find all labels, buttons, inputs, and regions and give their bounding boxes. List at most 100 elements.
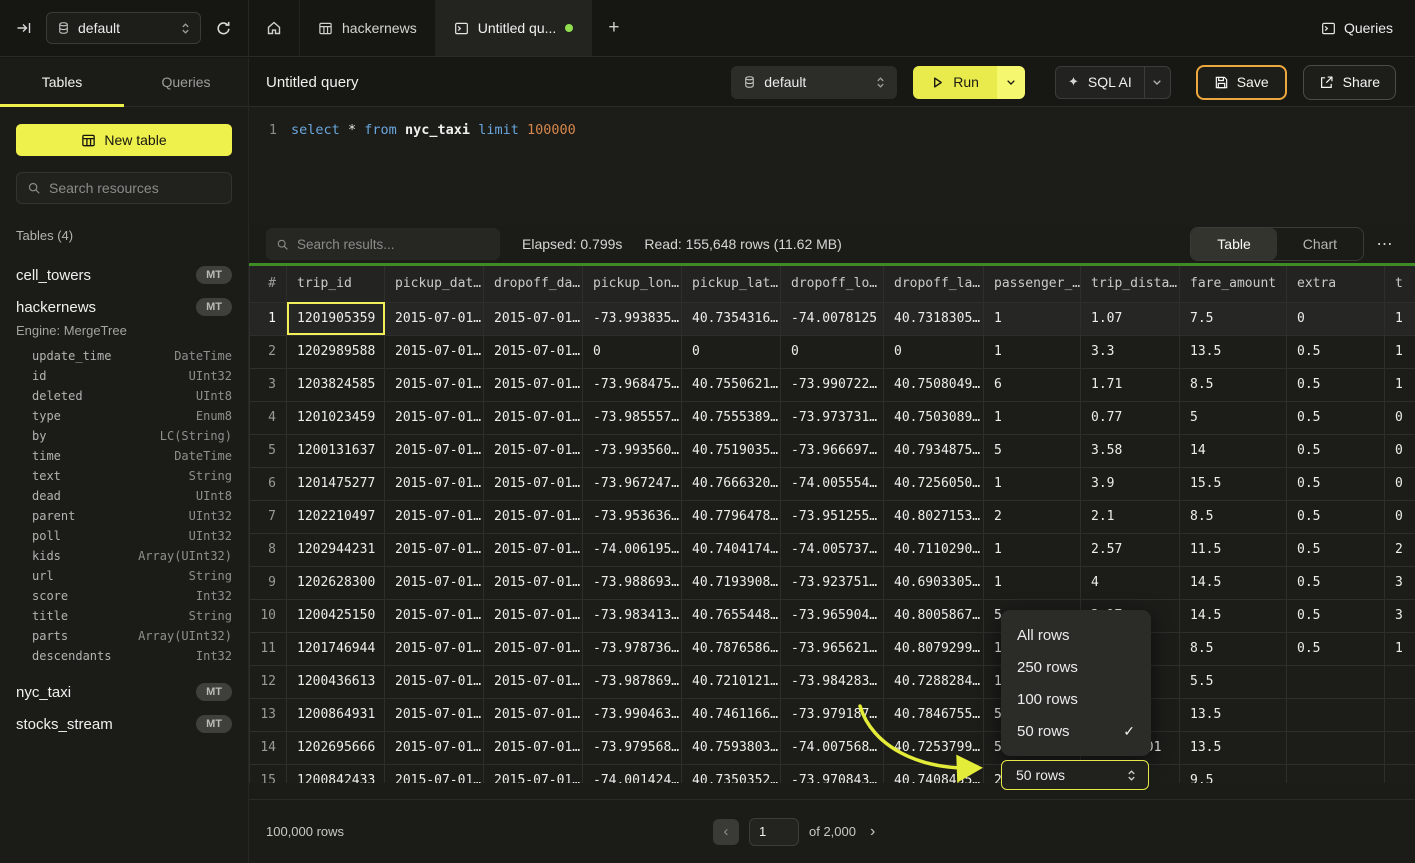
sidebar-table-hackernews[interactable]: hackernews MT: [16, 291, 232, 323]
table-cell[interactable]: 40.7461166…: [682, 698, 781, 731]
refresh-icon[interactable]: [215, 20, 232, 37]
table-cell[interactable]: 2015-07-01…: [484, 368, 583, 401]
table-cell[interactable]: 40.7350352…: [682, 764, 781, 783]
table-cell[interactable]: 2015-07-01…: [385, 401, 484, 434]
table-cell[interactable]: 14: [1180, 434, 1287, 467]
table-cell[interactable]: 1202210497: [287, 500, 385, 533]
table-cell[interactable]: -73.951255…: [781, 500, 884, 533]
table-cell[interactable]: 0: [1385, 467, 1415, 500]
table-cell[interactable]: 2015-07-01…: [484, 764, 583, 783]
table-cell[interactable]: 1: [984, 302, 1081, 335]
table-cell[interactable]: 40.7876586…: [682, 632, 781, 665]
table-cell[interactable]: 2015-07-01…: [484, 698, 583, 731]
table-cell[interactable]: -73.988693…: [583, 566, 682, 599]
table-cell[interactable]: -73.984283…: [781, 665, 884, 698]
table-cell[interactable]: [1385, 764, 1415, 783]
table-cell[interactable]: 2015-07-01…: [484, 566, 583, 599]
table-cell[interactable]: -73.923751…: [781, 566, 884, 599]
database-selector-query[interactable]: default: [731, 66, 897, 99]
table-cell[interactable]: -73.970843…: [781, 764, 884, 783]
table-cell[interactable]: 1.07: [1081, 302, 1180, 335]
table-cell[interactable]: 0: [884, 335, 984, 368]
table-cell[interactable]: 40.8005867…: [884, 599, 984, 632]
new-table-button[interactable]: New table: [16, 124, 232, 156]
table-cell[interactable]: 2015-07-01…: [484, 302, 583, 335]
table-cell[interactable]: 40.7666320…: [682, 467, 781, 500]
table-cell[interactable]: 2015-07-01…: [484, 731, 583, 764]
table-cell[interactable]: 0: [1385, 401, 1415, 434]
table-cell[interactable]: 40.7288284…: [884, 665, 984, 698]
table-cell[interactable]: 7.5: [1180, 302, 1287, 335]
table-cell[interactable]: 0.5: [1287, 335, 1385, 368]
row-number[interactable]: 14: [250, 731, 287, 764]
table-cell[interactable]: 40.7408435…: [884, 764, 984, 783]
table-cell[interactable]: 0: [781, 335, 884, 368]
table-cell[interactable]: 1.71: [1081, 368, 1180, 401]
column-header[interactable]: fare_amount: [1180, 266, 1287, 302]
page-number-input[interactable]: [749, 818, 799, 846]
queries-button[interactable]: Queries: [1299, 0, 1415, 56]
table-cell[interactable]: [1287, 698, 1385, 731]
table-cell[interactable]: 40.7503089…: [884, 401, 984, 434]
table-cell[interactable]: 5: [1180, 401, 1287, 434]
table-cell[interactable]: 1: [984, 533, 1081, 566]
sidebar-table-nyc-taxi[interactable]: nyc_taxi MT: [16, 676, 232, 708]
table-cell[interactable]: 3.58: [1081, 434, 1180, 467]
table-cell[interactable]: 40.7593803…: [682, 731, 781, 764]
table-cell[interactable]: 1: [1385, 302, 1415, 335]
table-cell[interactable]: 2015-07-01…: [385, 368, 484, 401]
table-cell[interactable]: 1: [1385, 335, 1415, 368]
tab-home[interactable]: [249, 0, 300, 56]
sidebar-table-cell-towers[interactable]: cell_towers MT: [16, 259, 232, 291]
table-cell[interactable]: [1385, 665, 1415, 698]
table-cell[interactable]: 0.5: [1287, 500, 1385, 533]
table-cell[interactable]: 2015-07-01…: [484, 500, 583, 533]
table-cell[interactable]: 2015-07-01…: [385, 698, 484, 731]
table-cell[interactable]: 40.7934875…: [884, 434, 984, 467]
table-cell[interactable]: 40.7354316…: [682, 302, 781, 335]
column-header[interactable]: passenger_…: [984, 266, 1081, 302]
table-cell[interactable]: 0: [682, 335, 781, 368]
table-cell[interactable]: 40.8079299…: [884, 632, 984, 665]
table-cell[interactable]: 1: [984, 467, 1081, 500]
table-cell[interactable]: 40.7519035…: [682, 434, 781, 467]
run-button[interactable]: Run: [913, 66, 997, 99]
view-tab-chart[interactable]: Chart: [1277, 228, 1363, 260]
save-button[interactable]: Save: [1196, 65, 1287, 100]
table-cell[interactable]: 1202944231: [287, 533, 385, 566]
table-cell[interactable]: 1: [984, 566, 1081, 599]
table-cell[interactable]: -74.005554…: [781, 467, 884, 500]
column-header[interactable]: trip_dista…: [1081, 266, 1180, 302]
table-cell[interactable]: 2015-07-01…: [385, 665, 484, 698]
table-cell[interactable]: 1: [1385, 368, 1415, 401]
column-header[interactable]: dropoff_la…: [884, 266, 984, 302]
table-cell[interactable]: 0.5: [1287, 401, 1385, 434]
table-cell[interactable]: -73.985557…: [583, 401, 682, 434]
table-cell[interactable]: 2015-07-01…: [484, 599, 583, 632]
table-cell[interactable]: 2015-07-01…: [484, 335, 583, 368]
table-cell[interactable]: 40.8027153…: [884, 500, 984, 533]
table-cell[interactable]: [1385, 731, 1415, 764]
table-cell[interactable]: 1202695666: [287, 731, 385, 764]
table-cell[interactable]: 13.5: [1180, 335, 1287, 368]
table-cell[interactable]: 40.7508049…: [884, 368, 984, 401]
table-cell[interactable]: 0: [1385, 434, 1415, 467]
sql-ai-button[interactable]: ✦ SQL AI: [1056, 74, 1144, 90]
table-cell[interactable]: 40.7318305…: [884, 302, 984, 335]
column-header[interactable]: pickup_dat…: [385, 266, 484, 302]
table-cell[interactable]: -73.979187…: [781, 698, 884, 731]
table-cell[interactable]: -74.007568…: [781, 731, 884, 764]
row-number[interactable]: 12: [250, 665, 287, 698]
table-cell[interactable]: -73.965621…: [781, 632, 884, 665]
table-cell[interactable]: 2015-07-01…: [385, 731, 484, 764]
table-cell[interactable]: -73.993835…: [583, 302, 682, 335]
column-header[interactable]: t: [1385, 266, 1415, 302]
table-cell[interactable]: 0.5: [1287, 599, 1385, 632]
table-cell[interactable]: 1201746944: [287, 632, 385, 665]
table-cell[interactable]: 1201905359: [287, 302, 385, 335]
table-cell[interactable]: -73.968475…: [583, 368, 682, 401]
table-cell[interactable]: 2.57: [1081, 533, 1180, 566]
row-number[interactable]: 13: [250, 698, 287, 731]
sql-ai-options-button[interactable]: [1144, 67, 1170, 98]
table-cell[interactable]: 2015-07-01…: [484, 467, 583, 500]
